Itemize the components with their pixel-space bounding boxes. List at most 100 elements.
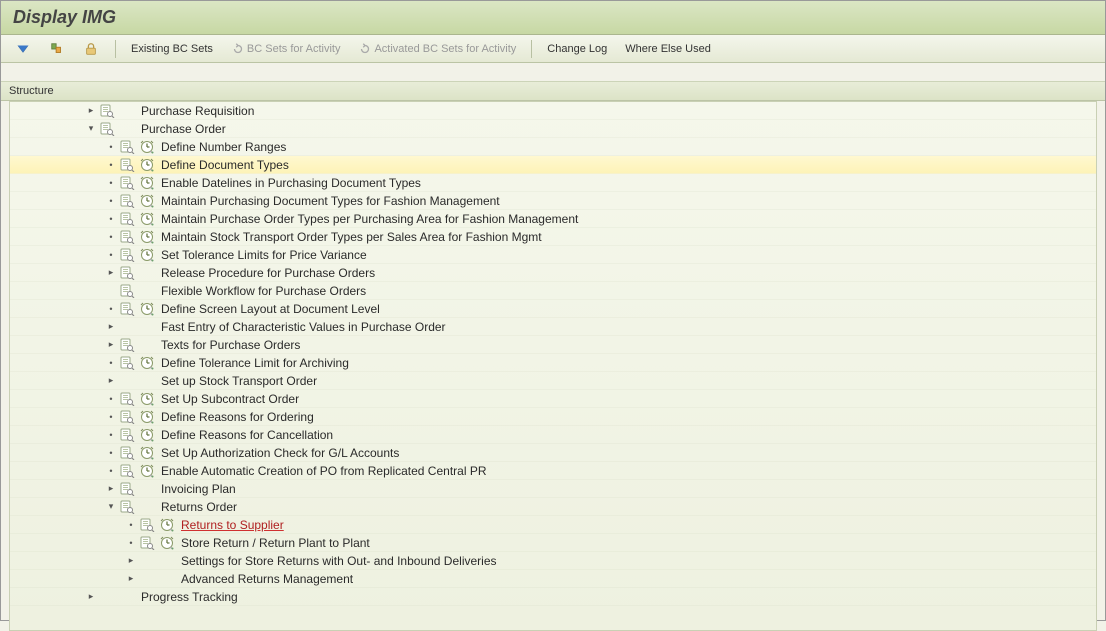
tree-row[interactable]: ▸Set up Stock Transport Order xyxy=(10,372,1096,390)
tree-row[interactable]: ▸Advanced Returns Management xyxy=(10,570,1096,588)
activity-icon[interactable] xyxy=(139,356,155,370)
tree-label[interactable]: Purchase Order xyxy=(141,122,226,136)
activity-icon[interactable] xyxy=(139,302,155,316)
activity-icon[interactable] xyxy=(139,338,155,352)
tree-row[interactable]: ▸Purchase Requisition xyxy=(10,102,1096,120)
tree-label[interactable]: Progress Tracking xyxy=(141,590,238,604)
tree-row[interactable]: •Maintain Purchasing Document Types for … xyxy=(10,192,1096,210)
activated-bc-sets-button[interactable]: Activated BC Sets for Activity xyxy=(351,39,523,59)
tree-label[interactable]: Fast Entry of Characteristic Values in P… xyxy=(161,320,446,334)
tree-label[interactable]: Set Up Authorization Check for G/L Accou… xyxy=(161,446,399,460)
tree-row[interactable]: •Returns to Supplier xyxy=(10,516,1096,534)
tree-row[interactable]: ▸ Texts for Purchase Orders xyxy=(10,336,1096,354)
document-icon[interactable] xyxy=(119,266,135,280)
activity-icon[interactable] xyxy=(139,140,155,154)
tree-row[interactable]: ▸Settings for Store Returns with Out- an… xyxy=(10,552,1096,570)
document-icon[interactable] xyxy=(119,158,135,172)
tree-row[interactable]: ▸ Invoicing Plan xyxy=(10,480,1096,498)
activity-icon[interactable] xyxy=(139,446,155,460)
tree-row[interactable]: •Maintain Purchase Order Types per Purch… xyxy=(10,210,1096,228)
document-icon[interactable] xyxy=(119,338,135,352)
collapse-icon[interactable]: ▾ xyxy=(105,501,117,512)
tree-row[interactable]: •Define Document Types xyxy=(10,156,1096,174)
document-icon[interactable] xyxy=(119,194,135,208)
expand-all-button[interactable] xyxy=(9,39,39,59)
tree-label[interactable]: Texts for Purchase Orders xyxy=(161,338,300,352)
activity-icon[interactable] xyxy=(139,266,155,280)
tree-label[interactable]: Flexible Workflow for Purchase Orders xyxy=(161,284,366,298)
activity-icon[interactable] xyxy=(159,536,175,550)
activity-icon[interactable] xyxy=(139,176,155,190)
existing-bc-sets-button[interactable]: Existing BC Sets xyxy=(124,39,220,59)
activity-icon[interactable] xyxy=(139,284,155,298)
tree-label[interactable]: Enable Datelines in Purchasing Document … xyxy=(161,176,421,190)
tree-label[interactable]: Set Tolerance Limits for Price Variance xyxy=(161,248,367,262)
tree-row[interactable]: •Maintain Stock Transport Order Types pe… xyxy=(10,228,1096,246)
tree-row[interactable]: ▾ Returns Order xyxy=(10,498,1096,516)
document-icon[interactable] xyxy=(119,410,135,424)
expand-icon[interactable]: ▸ xyxy=(105,321,117,332)
tree-label[interactable]: Settings for Store Returns with Out- and… xyxy=(181,554,497,568)
tree-row[interactable]: •Define Screen Layout at Document Level xyxy=(10,300,1096,318)
tree-label[interactable]: Define Reasons for Ordering xyxy=(161,410,314,424)
document-icon[interactable] xyxy=(119,482,135,496)
activity-icon[interactable] xyxy=(139,428,155,442)
activity-icon[interactable] xyxy=(139,482,155,496)
document-icon[interactable] xyxy=(119,230,135,244)
document-icon[interactable] xyxy=(119,320,135,334)
document-icon[interactable] xyxy=(119,446,135,460)
activity-icon[interactable] xyxy=(119,122,135,136)
tree-label[interactable]: Purchase Requisition xyxy=(141,104,254,118)
document-icon[interactable] xyxy=(119,140,135,154)
expand-icon[interactable]: ▸ xyxy=(105,267,117,278)
document-icon[interactable] xyxy=(119,500,135,514)
tree-label[interactable]: Define Number Ranges xyxy=(161,140,286,154)
document-icon[interactable] xyxy=(119,356,135,370)
document-icon[interactable] xyxy=(119,212,135,226)
activity-icon[interactable] xyxy=(139,464,155,478)
document-icon[interactable] xyxy=(99,104,115,118)
collapse-all-button[interactable] xyxy=(43,39,73,59)
tree-row[interactable]: ▸ Release Procedure for Purchase Orders xyxy=(10,264,1096,282)
expand-icon[interactable]: ▸ xyxy=(105,339,117,350)
tree-label[interactable]: Store Return / Return Plant to Plant xyxy=(181,536,370,550)
document-icon[interactable] xyxy=(119,302,135,316)
tree-label[interactable]: Advanced Returns Management xyxy=(181,572,353,586)
tree-label[interactable]: Release Procedure for Purchase Orders xyxy=(161,266,375,280)
activity-icon[interactable] xyxy=(139,410,155,424)
tree-row[interactable]: •Store Return / Return Plant to Plant xyxy=(10,534,1096,552)
expand-icon[interactable]: ▸ xyxy=(105,483,117,494)
tree-row[interactable]: •Define Reasons for Cancellation xyxy=(10,426,1096,444)
activity-icon[interactable] xyxy=(139,248,155,262)
activity-icon[interactable] xyxy=(139,212,155,226)
tree-row[interactable]: •Set Up Subcontract Order xyxy=(10,390,1096,408)
activity-icon[interactable] xyxy=(159,572,175,586)
document-icon[interactable] xyxy=(119,176,135,190)
tree-label[interactable]: Maintain Stock Transport Order Types per… xyxy=(161,230,542,244)
where-else-used-button[interactable]: Where Else Used xyxy=(618,39,718,59)
tree-row[interactable]: •Enable Datelines in Purchasing Document… xyxy=(10,174,1096,192)
tree-label[interactable]: Returns Order xyxy=(161,500,237,514)
tree-label[interactable]: Define Reasons for Cancellation xyxy=(161,428,333,442)
tree-label[interactable]: Returns to Supplier xyxy=(181,518,284,532)
tree-label[interactable]: Maintain Purchasing Document Types for F… xyxy=(161,194,500,208)
activity-icon[interactable] xyxy=(139,500,155,514)
tree-row[interactable]: •Define Tolerance Limit for Archiving xyxy=(10,354,1096,372)
document-icon[interactable] xyxy=(119,248,135,262)
img-tree[interactable]: ▸Purchase Requisition▾Purchase Order•Def… xyxy=(9,101,1097,631)
tree-label[interactable]: Invoicing Plan xyxy=(161,482,236,496)
bc-sets-activity-button[interactable]: BC Sets for Activity xyxy=(224,39,348,59)
document-icon[interactable] xyxy=(99,122,115,136)
document-icon[interactable] xyxy=(119,284,135,298)
tree-label[interactable]: Define Screen Layout at Document Level xyxy=(161,302,380,316)
tree-label[interactable]: Define Tolerance Limit for Archiving xyxy=(161,356,349,370)
document-icon[interactable] xyxy=(139,536,155,550)
tree-row[interactable]: •Define Number Ranges xyxy=(10,138,1096,156)
document-icon[interactable] xyxy=(139,518,155,532)
tree-row[interactable]: ▾Purchase Order xyxy=(10,120,1096,138)
activity-icon[interactable] xyxy=(119,104,135,118)
activity-icon[interactable] xyxy=(159,518,175,532)
tree-label[interactable]: Set Up Subcontract Order xyxy=(161,392,299,406)
tree-row[interactable]: •Define Reasons for Ordering xyxy=(10,408,1096,426)
activity-icon[interactable] xyxy=(139,374,155,388)
